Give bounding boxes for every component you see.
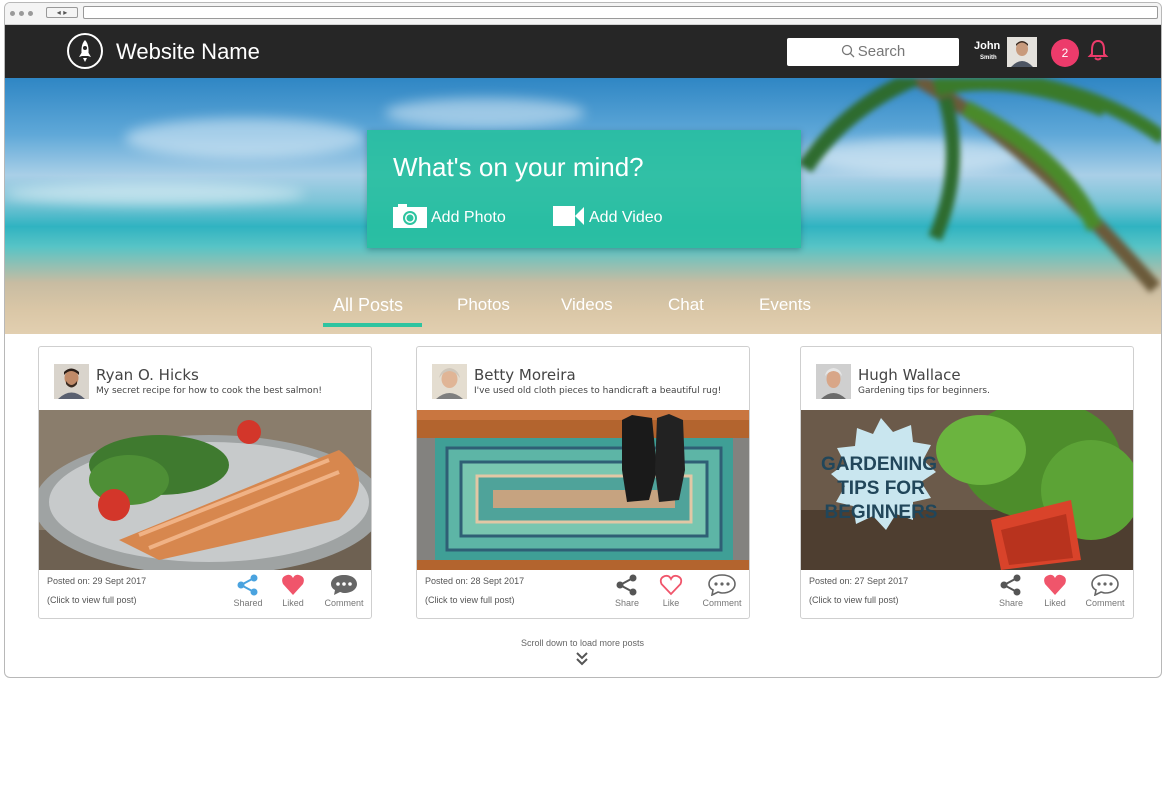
top-navbar: Website Name Search John Smith 2	[5, 25, 1161, 78]
camera-icon	[393, 204, 427, 228]
search-icon	[841, 44, 855, 58]
comment-icon	[708, 574, 736, 596]
video-camera-icon	[553, 206, 584, 226]
share-button[interactable]: Share	[607, 574, 647, 608]
create-post-box[interactable]: What's on your mind? Add Photo Add Video	[367, 130, 801, 248]
add-photo-button[interactable]: Add Photo	[393, 204, 506, 228]
post-date: Posted on: 27 Sept 2017	[809, 576, 909, 586]
post-prompt[interactable]: What's on your mind?	[393, 152, 644, 183]
author-name[interactable]: Betty Moreira	[474, 366, 576, 384]
window-dot[interactable]	[19, 11, 24, 16]
heart-icon	[659, 574, 683, 596]
user-last-name[interactable]: Smith	[980, 55, 997, 61]
share-icon	[1000, 574, 1021, 596]
post-filter-tabs: All Posts Photos Videos Chat Events	[5, 295, 1161, 325]
search-input[interactable]: Search	[787, 38, 959, 66]
comment-button[interactable]: Comment	[698, 574, 746, 608]
user-first-name[interactable]: John	[974, 40, 1000, 52]
comment-button[interactable]: Comment	[1081, 574, 1129, 608]
bell-icon[interactable]	[1087, 38, 1109, 67]
share-label: Shared	[233, 598, 263, 608]
share-button[interactable]: Shared	[228, 574, 268, 608]
browser-chrome: ◂ ▸	[5, 3, 1161, 25]
share-label: Share	[998, 598, 1024, 608]
palm-tree	[798, 78, 1161, 293]
cloud	[385, 98, 585, 128]
author-name[interactable]: Ryan O. Hicks	[96, 366, 199, 384]
window-dot[interactable]	[28, 11, 33, 16]
address-bar[interactable]	[83, 6, 1158, 19]
active-tab-indicator	[323, 323, 422, 327]
post-date: Posted on: 29 Sept 2017	[47, 576, 147, 586]
post-image[interactable]: GARDENING TIPS FOR BEGINNERS	[801, 410, 1133, 570]
author-avatar[interactable]	[54, 364, 89, 399]
add-video-label: Add Video	[589, 209, 663, 226]
search-placeholder: Search	[857, 43, 906, 60]
window-dot[interactable]	[10, 11, 15, 16]
add-photo-label: Add Photo	[431, 209, 506, 226]
comment-icon	[1091, 574, 1119, 596]
back-forward-buttons[interactable]: ◂ ▸	[46, 7, 78, 18]
comment-label: Comment	[324, 598, 364, 608]
tab-events[interactable]: Events	[759, 295, 811, 315]
comment-label: Comment	[702, 598, 742, 608]
post-description: My secret recipe for how to cook the bes…	[96, 386, 323, 396]
tab-chat[interactable]: Chat	[668, 295, 704, 315]
heart-icon	[282, 574, 304, 595]
like-button[interactable]: Like	[651, 574, 691, 608]
share-button[interactable]: Share	[991, 574, 1031, 608]
post-card[interactable]: Betty Moreira I've used old cloth pieces…	[416, 346, 750, 619]
post-card[interactable]: Hugh Wallace Gardening tips for beginner…	[800, 346, 1134, 619]
hero-banner: What's on your mind? Add Photo Add Video…	[5, 78, 1161, 334]
user-avatar[interactable]	[1007, 37, 1037, 67]
post-description: Gardening tips for beginners.	[858, 386, 990, 396]
image-text-line: BEGINNERS	[825, 502, 938, 523]
double-chevron-down-icon[interactable]	[575, 651, 589, 672]
author-avatar[interactable]	[432, 364, 467, 399]
share-icon	[616, 574, 637, 596]
scroll-hint: Scroll down to load more posts	[520, 638, 645, 648]
view-full-post-link[interactable]: (Click to view full post)	[425, 595, 515, 605]
author-avatar[interactable]	[816, 364, 851, 399]
comment-label: Comment	[1085, 598, 1125, 608]
notification-badge[interactable]: 2	[1051, 39, 1079, 67]
tab-all-posts[interactable]: All Posts	[333, 295, 403, 316]
view-full-post-link[interactable]: (Click to view full post)	[47, 595, 137, 605]
share-icon	[237, 574, 258, 596]
add-video-button[interactable]: Add Video	[553, 204, 663, 228]
comment-button[interactable]: Comment	[320, 574, 368, 608]
rocket-icon[interactable]	[67, 33, 103, 69]
tab-videos[interactable]: Videos	[561, 295, 613, 315]
post-description: I've used old cloth pieces to handicraft…	[474, 386, 722, 396]
post-date: Posted on: 28 Sept 2017	[425, 576, 525, 586]
comment-icon	[331, 575, 357, 595]
view-full-post-link[interactable]: (Click to view full post)	[809, 595, 899, 605]
post-card[interactable]: Ryan O. Hicks My secret recipe for how t…	[38, 346, 372, 619]
image-text-line: TIPS FOR	[837, 478, 925, 499]
like-label: Liked	[1044, 598, 1066, 608]
post-image[interactable]	[39, 410, 371, 570]
image-text-line: GARDENING	[821, 454, 937, 475]
site-name[interactable]: Website Name	[116, 39, 260, 65]
share-label: Share	[614, 598, 640, 608]
like-button[interactable]: Liked	[273, 574, 313, 608]
cloud	[125, 118, 365, 158]
like-label: Liked	[282, 598, 304, 608]
author-name[interactable]: Hugh Wallace	[858, 366, 961, 384]
like-button[interactable]: Liked	[1035, 574, 1075, 608]
cloud	[5, 183, 305, 205]
tab-photos[interactable]: Photos	[457, 295, 510, 315]
post-image[interactable]	[417, 410, 749, 570]
heart-icon	[1044, 574, 1066, 595]
like-label: Like	[662, 598, 680, 608]
